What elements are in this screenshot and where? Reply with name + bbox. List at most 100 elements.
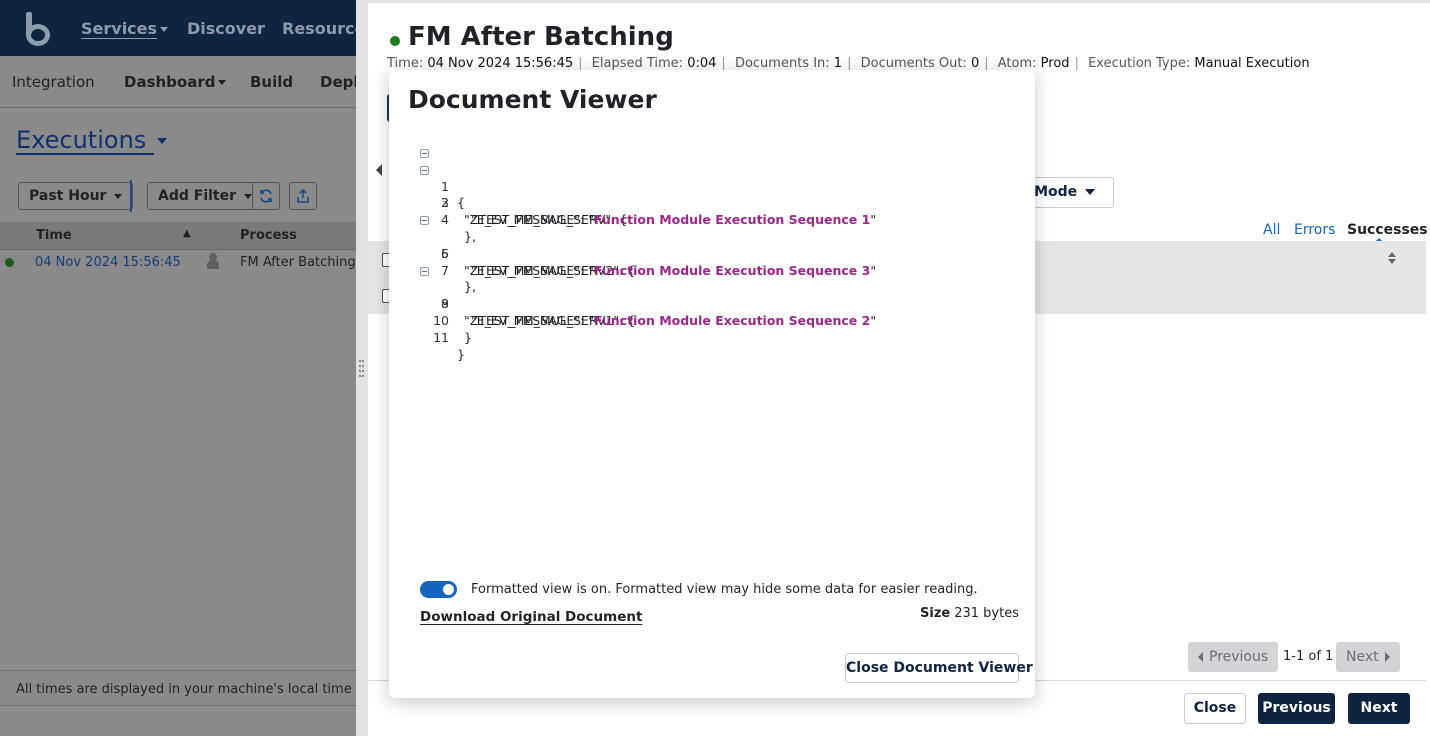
collapse-left-icon[interactable] bbox=[376, 164, 382, 176]
next-button[interactable]: Next bbox=[1348, 693, 1410, 724]
timezone-note: All times are displayed in your machine'… bbox=[16, 682, 356, 697]
pager-next-button[interactable]: Next bbox=[1336, 642, 1400, 672]
formatted-view-label: Formatted view is on. Formatted view may… bbox=[471, 582, 978, 597]
code-line: 2 "ZTEST_FM_MUL_SERV": { bbox=[417, 162, 1017, 227]
code-line: 11 } bbox=[417, 313, 1017, 362]
table-row[interactable]: 04 Nov 2024 15:56:45 FM After Batching bbox=[0, 250, 356, 276]
filter-tab-errors[interactable]: Errors bbox=[1294, 222, 1335, 238]
json-code-view: 1 { 2 "ZTEST_FM_MUL_SERV": { 3 "E_EV_MES… bbox=[417, 145, 1017, 362]
subnav-dashboard-label: Dashboard bbox=[124, 73, 216, 91]
past-hour-label: Past Hour bbox=[29, 188, 107, 204]
success-status-icon bbox=[390, 36, 400, 46]
chevron-down-icon bbox=[114, 193, 123, 199]
meta-atom-label: Atom: bbox=[997, 56, 1037, 71]
subnav-integration[interactable]: Integration bbox=[12, 73, 95, 91]
filter-tab-all[interactable]: All bbox=[1263, 222, 1280, 238]
subnav-dashboard[interactable]: Dashboard bbox=[124, 73, 227, 91]
export-button[interactable] bbox=[289, 182, 317, 210]
fold-toggle-icon[interactable] bbox=[420, 165, 429, 175]
size-value: 231 bytes bbox=[954, 606, 1019, 621]
size-label: Size bbox=[920, 606, 951, 621]
close-document-viewer-button[interactable]: Close Document Viewer bbox=[845, 653, 1033, 683]
sort-icon[interactable]: ▲ bbox=[183, 228, 191, 239]
meta-docs-in-label: Documents In: bbox=[734, 56, 830, 71]
meta-time-label: Time: bbox=[387, 56, 424, 71]
meta-exec-type-value: Manual Execution bbox=[1194, 56, 1310, 71]
filter-tab-successes[interactable]: Successes bbox=[1347, 222, 1428, 238]
meta-elapsed-value: 0:04 bbox=[687, 56, 717, 71]
chevron-down-icon bbox=[218, 80, 227, 85]
export-icon bbox=[297, 188, 309, 203]
fold-toggle-icon[interactable] bbox=[420, 216, 429, 226]
panel-resize-handle-icon[interactable] bbox=[359, 360, 365, 382]
execution-meta-line: Time: 04 Nov 2024 15:56:45 | Elapsed Time… bbox=[387, 56, 1310, 71]
boomi-logo-icon[interactable] bbox=[24, 12, 52, 46]
nav-services-label: Services bbox=[81, 19, 158, 38]
subnav-deploy[interactable]: Deploy bbox=[320, 73, 356, 91]
executions-title-label: Executions bbox=[16, 126, 147, 154]
pager-next-label: Next bbox=[1346, 649, 1379, 665]
sub-navigation: Integration Dashboard Build Deploy bbox=[0, 56, 356, 108]
previous-button[interactable]: Previous bbox=[1258, 693, 1335, 724]
panel-title: FM After Batching bbox=[408, 22, 674, 52]
chevron-down-icon bbox=[243, 193, 252, 199]
meta-exec-type-label: Execution Type: bbox=[1088, 56, 1191, 71]
chevron-down-icon bbox=[156, 138, 167, 144]
column-time[interactable]: Time bbox=[36, 228, 72, 243]
code-line: 10 } bbox=[417, 296, 1017, 345]
nav-services[interactable]: Services bbox=[81, 19, 169, 38]
download-original-document-link[interactable]: Download Original Document bbox=[420, 609, 642, 625]
refresh-icon bbox=[260, 189, 272, 203]
document-viewer-modal: Document Viewer 1 { 2 "ZTEST_FM_MUL_SERV… bbox=[389, 70, 1035, 698]
pager-previous-button[interactable]: Previous bbox=[1188, 642, 1279, 672]
meta-docs-out-value: 0 bbox=[970, 56, 980, 71]
add-filter-label: Add Filter bbox=[158, 188, 237, 204]
code-line: 7 }, bbox=[417, 246, 1017, 295]
sort-icon[interactable] bbox=[1388, 252, 1396, 266]
execution-time-link[interactable]: 04 Nov 2024 15:56:45 bbox=[35, 255, 181, 270]
executions-title[interactable]: Executions bbox=[16, 126, 167, 154]
document-viewer-title: Document Viewer bbox=[408, 85, 657, 114]
code-line: 4 }, bbox=[417, 195, 1017, 244]
past-hour-dropdown[interactable]: Past Hour bbox=[18, 182, 134, 210]
fold-toggle-icon[interactable] bbox=[420, 266, 429, 276]
code-text: } bbox=[457, 346, 465, 362]
pager-count: 1-1 of 1 bbox=[1283, 649, 1334, 664]
code-text: } bbox=[464, 329, 472, 345]
meta-elapsed-label: Elapsed Time: bbox=[591, 56, 684, 71]
background-app: Services Discover Resources Integration … bbox=[0, 0, 356, 736]
caret-left-icon bbox=[1198, 652, 1203, 662]
code-line: 9 "E_EV_MESSAGE": "Function Module Execu… bbox=[417, 279, 1017, 328]
nav-discover[interactable]: Discover bbox=[187, 19, 265, 38]
meta-docs-out-label: Documents Out: bbox=[860, 56, 967, 71]
pager-previous-label: Previous bbox=[1209, 649, 1269, 665]
nav-resources[interactable]: Resources bbox=[282, 19, 356, 38]
meta-atom-value: Prod bbox=[1040, 56, 1070, 71]
executions-table-header: Time ▲ Process bbox=[0, 222, 356, 250]
meta-time-value: 04 Nov 2024 15:56:45 bbox=[427, 56, 574, 71]
add-filter-dropdown[interactable]: Add Filter bbox=[147, 182, 263, 210]
refresh-button[interactable] bbox=[252, 182, 280, 210]
caret-right-icon bbox=[1384, 652, 1390, 662]
execution-process: FM After Batching bbox=[240, 255, 356, 270]
success-status-icon bbox=[5, 258, 14, 267]
subnav-build[interactable]: Build bbox=[250, 73, 293, 91]
code-line: 5 "ZTEST_FM_MUL_SERV2": { bbox=[417, 212, 1017, 278]
fold-toggle-icon[interactable] bbox=[420, 149, 429, 158]
code-line: 3 "E_EV_MESSAGE": "Function Module Execu… bbox=[417, 179, 1017, 227]
code-line: 6 "E_EV_MESSAGE": "Function Module Execu… bbox=[417, 229, 1017, 278]
code-line: 8 "ZTEST_FM_MUL_SERV1": { bbox=[417, 263, 1017, 328]
user-icon bbox=[207, 253, 219, 269]
column-process[interactable]: Process bbox=[240, 228, 297, 243]
toggle-knob bbox=[443, 584, 454, 595]
code-line: 1 { bbox=[417, 145, 1017, 210]
close-button[interactable]: Close bbox=[1184, 693, 1246, 724]
toolbar-divider bbox=[130, 180, 132, 212]
line-number: 11 bbox=[433, 329, 449, 345]
formatted-view-toggle[interactable] bbox=[420, 581, 457, 598]
timezone-footer: All times are displayed in your machine'… bbox=[0, 670, 356, 706]
meta-docs-in-value: 1 bbox=[833, 56, 843, 71]
chevron-down-icon bbox=[160, 27, 169, 32]
chevron-down-icon bbox=[1085, 189, 1096, 195]
top-navigation: Services Discover Resources bbox=[0, 0, 356, 56]
